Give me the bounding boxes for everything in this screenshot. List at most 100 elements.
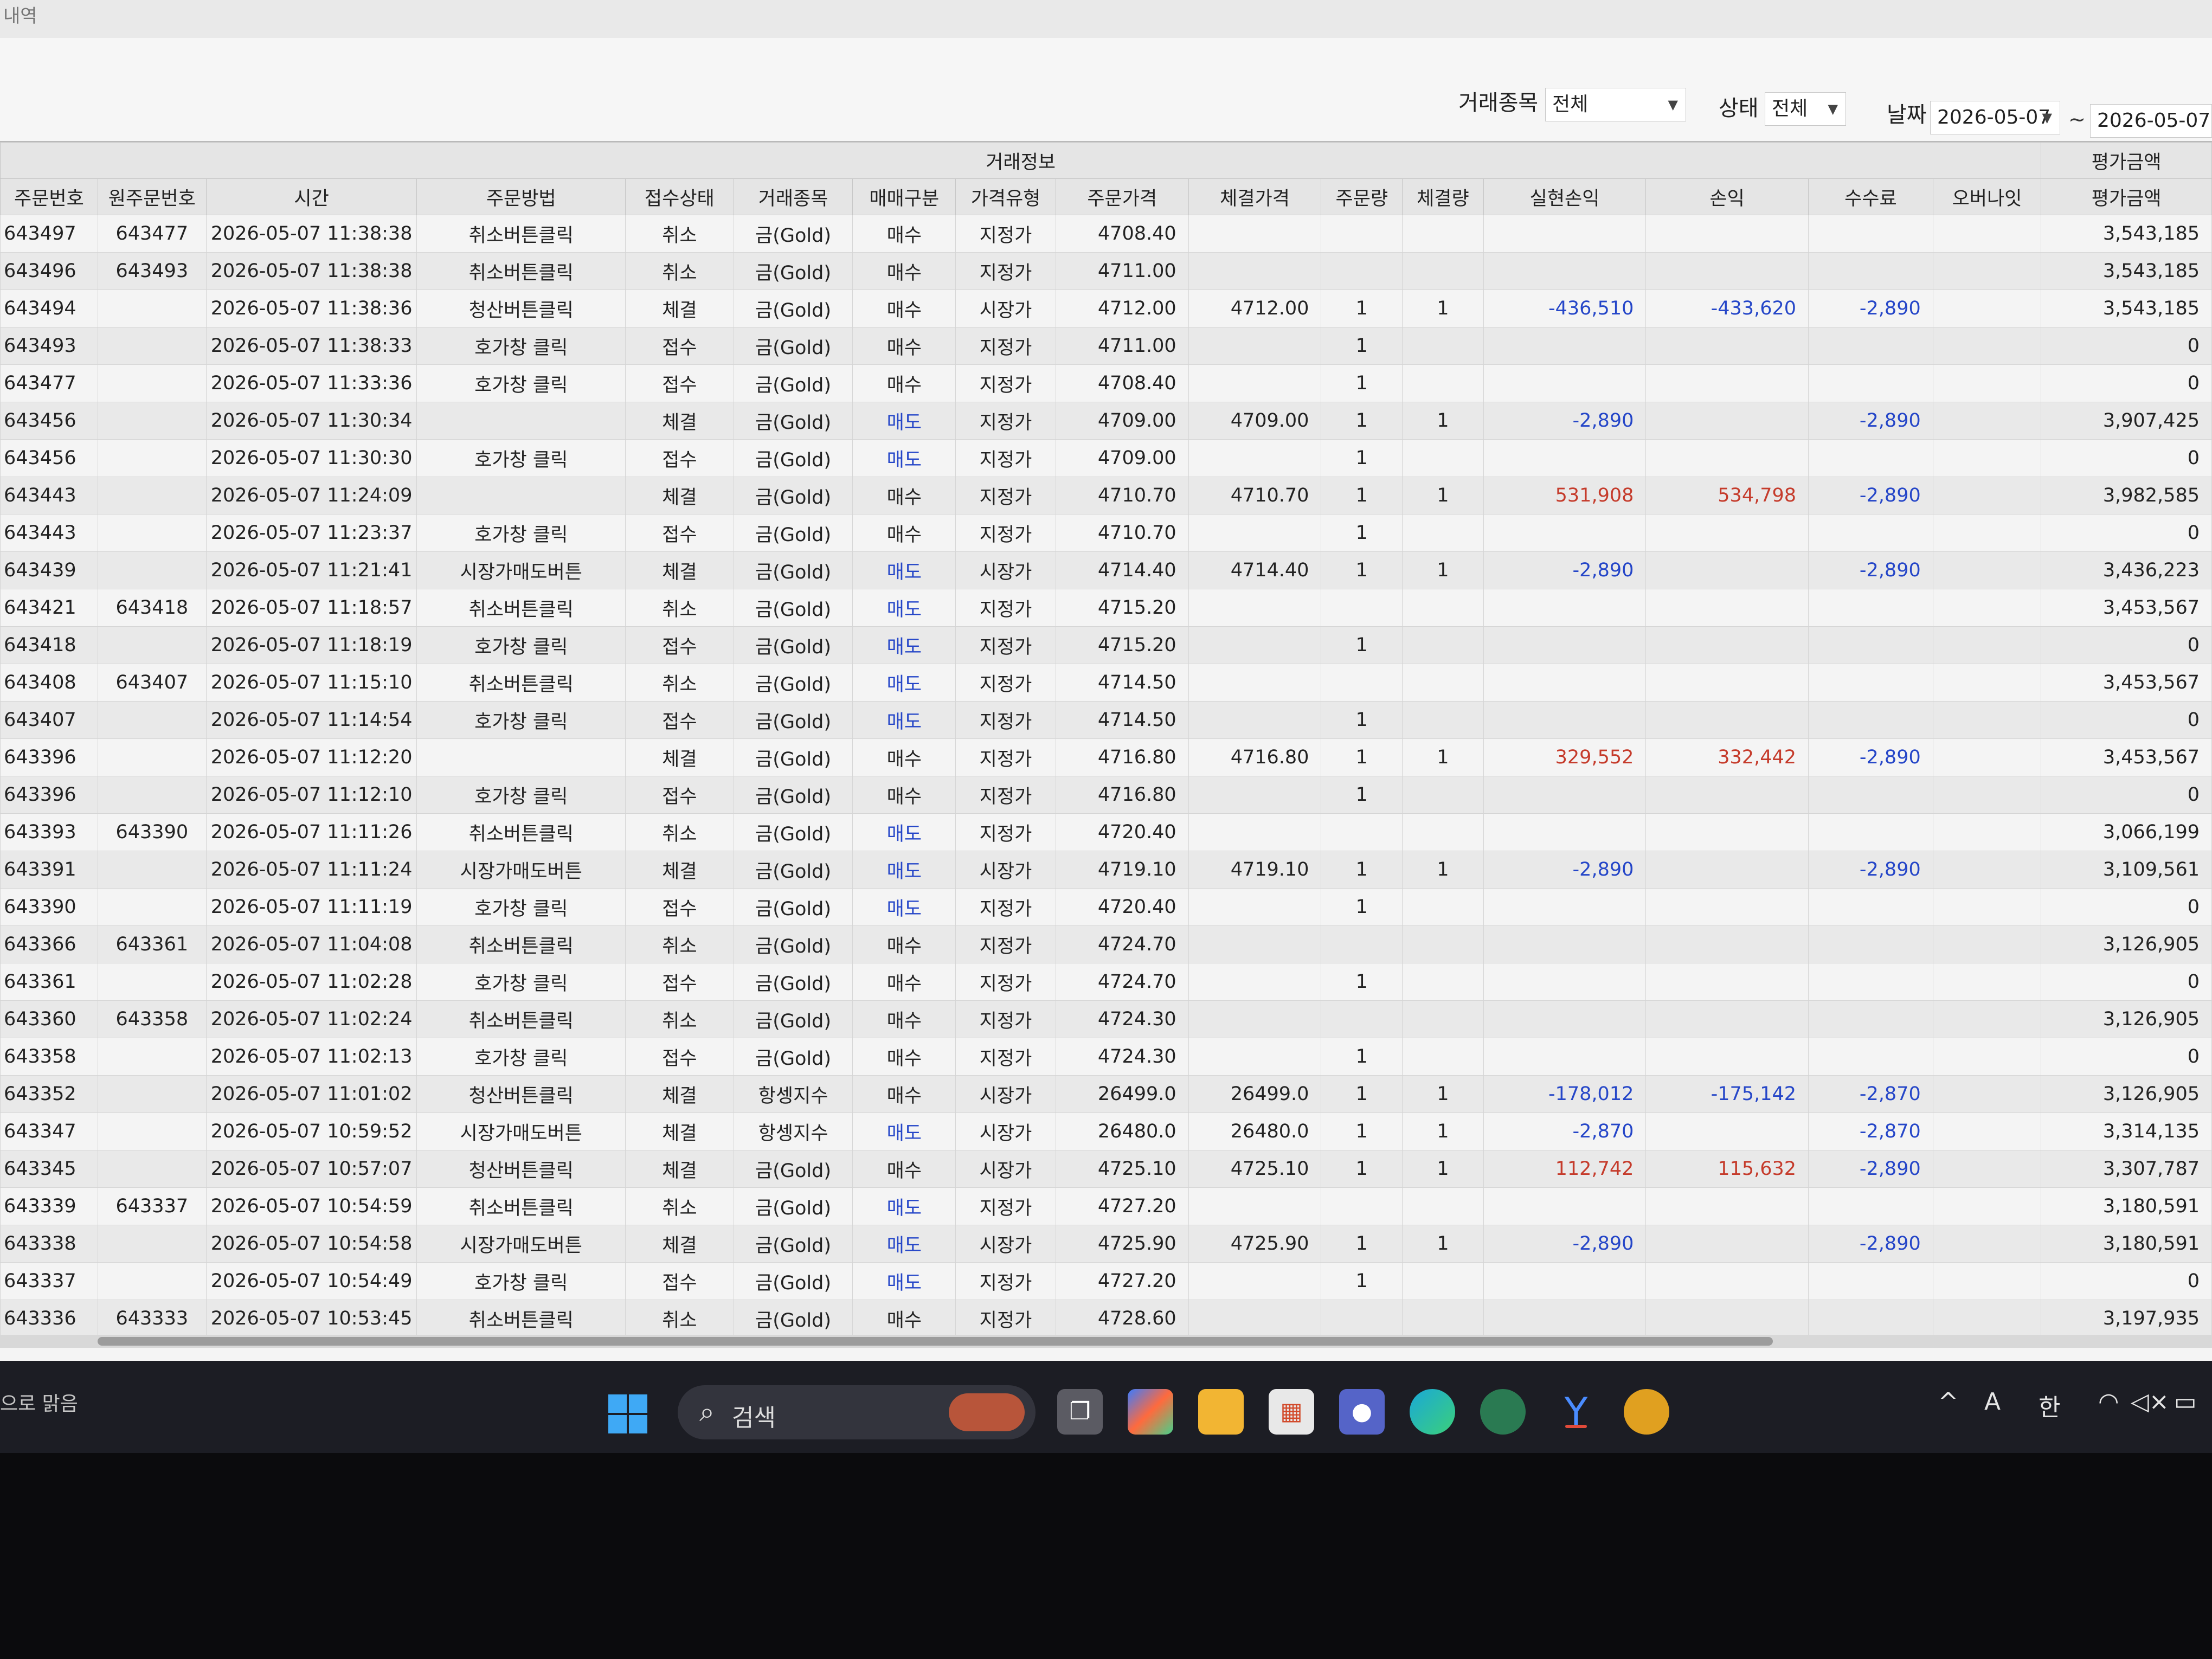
- table-row[interactable]: 643345 2026-05-07 10:57:07 청산버튼클릭 체결 금(Gold)…: [0, 1150, 2212, 1188]
- table-row[interactable]: 643337 2026-05-07 10:54:49 호가창 클릭 접수 금(Gold)…: [0, 1262, 2212, 1300]
- column-header[interactable]: 체결량: [1402, 178, 1484, 215]
- column-header[interactable]: 오버나잇: [1932, 178, 2042, 215]
- table-cell: [1188, 514, 1322, 552]
- table-cell: [97, 439, 207, 477]
- column-header[interactable]: 주문량: [1321, 178, 1403, 215]
- table-row[interactable]: 643443 2026-05-07 11:23:37 호가창 클릭 접수 금(Gold)…: [0, 514, 2212, 552]
- status-filter-select[interactable]: 전체 ▼: [1765, 92, 1846, 126]
- table-row[interactable]: 643418 2026-05-07 11:18:19 호가창 클릭 접수 금(Gold)…: [0, 626, 2212, 664]
- column-header[interactable]: 매매구분: [852, 178, 956, 215]
- table-cell: 1: [1402, 1225, 1484, 1263]
- column-header[interactable]: 체결가격: [1188, 178, 1322, 215]
- table-cell: 3,126,905: [2041, 1000, 2212, 1038]
- table-row[interactable]: 643390 2026-05-07 11:11:19 호가창 클릭 접수 금(Gold)…: [0, 888, 2212, 926]
- column-header[interactable]: 주문번호: [0, 178, 98, 215]
- table-row[interactable]: 643358 2026-05-07 11:02:13 호가창 클릭 접수 금(Gold)…: [0, 1038, 2212, 1076]
- table-row[interactable]: 643408 643407 2026-05-07 11:15:10 취소버튼클릭 취소 금…: [0, 664, 2212, 702]
- column-header[interactable]: 원주문번호: [97, 178, 207, 215]
- table-cell: [1483, 1187, 1647, 1225]
- table-row[interactable]: 643396 2026-05-07 11:12:10 호가창 클릭 접수 금(Gold)…: [0, 776, 2212, 814]
- search-icon: ⌕: [699, 1396, 715, 1427]
- table-cell: 지정가: [955, 514, 1056, 552]
- column-header[interactable]: 시간: [205, 178, 417, 215]
- taskbar-search-box[interactable]: ⌕ 검색: [678, 1385, 1036, 1439]
- table-row[interactable]: 643339 643337 2026-05-07 10:54:59 취소버튼클릭 취소 금…: [0, 1187, 2212, 1225]
- table-cell: 1: [1321, 738, 1403, 776]
- table-row[interactable]: 643456 2026-05-07 11:30:34 체결 금(Gold) 매도 지정가 4…: [0, 402, 2212, 440]
- table-row[interactable]: 643477 2026-05-07 11:33:36 호가창 클릭 접수 금(Gold)…: [0, 364, 2212, 402]
- table-row[interactable]: 643361 2026-05-07 11:02:28 호가창 클릭 접수 금(Gold)…: [0, 963, 2212, 1001]
- table-row[interactable]: 643338 2026-05-07 10:54:58 시장가매도버튼 체결 금(Gold…: [0, 1225, 2212, 1263]
- table-row[interactable]: 643497 643477 2026-05-07 11:38:38 취소버튼클릭 취소 금…: [0, 215, 2212, 253]
- table-cell: 1: [1402, 1150, 1484, 1188]
- table-cell: 금(Gold): [733, 215, 853, 253]
- table-cell: [1808, 1000, 1933, 1038]
- column-header[interactable]: 주문방법: [416, 178, 626, 215]
- weather-widget[interactable]: 으로 맑음: [0, 1388, 78, 1416]
- table-cell: [1645, 252, 1809, 290]
- edge-icon[interactable]: [1410, 1389, 1455, 1435]
- date-to-picker[interactable]: 2026-05-07: [2090, 104, 2212, 138]
- table-cell: 3,307,787: [2041, 1150, 2212, 1188]
- column-header[interactable]: 가격유형: [955, 178, 1056, 215]
- date-from-picker[interactable]: 2026-05-07 ▼: [1930, 101, 2060, 134]
- table-cell: 시장가: [955, 1225, 1056, 1263]
- table-cell: 0: [2041, 1038, 2212, 1076]
- ime-mode-hangul[interactable]: 한: [2039, 1388, 2060, 1423]
- table-row[interactable]: 643336 643333 2026-05-07 10:53:45 취소버튼클릭 취소 금…: [0, 1300, 2212, 1338]
- table-cell: [1645, 626, 1809, 664]
- wifi-icon[interactable]: ◠: [2098, 1388, 2119, 1416]
- table-cell: [97, 963, 207, 1001]
- app-icon[interactable]: [1480, 1389, 1526, 1435]
- table-row[interactable]: 643493 2026-05-07 11:38:33 호가창 클릭 접수 금(Gold)…: [0, 327, 2212, 365]
- horizontal-scrollbar[interactable]: [0, 1335, 2212, 1348]
- table-row[interactable]: 643407 2026-05-07 11:14:54 호가창 클릭 접수 금(Gold)…: [0, 701, 2212, 739]
- instrument-filter-select[interactable]: 전체 ▼: [1545, 88, 1686, 121]
- table-row[interactable]: 643396 2026-05-07 11:12:20 체결 금(Gold) 매수 지정가 4…: [0, 738, 2212, 776]
- table-row[interactable]: 643439 2026-05-07 11:21:41 시장가매도버튼 체결 금(Gold…: [0, 551, 2212, 589]
- table-row[interactable]: 643347 2026-05-07 10:59:52 시장가매도버튼 체결 항셍지수 매도…: [0, 1113, 2212, 1150]
- copilot-icon[interactable]: [1128, 1389, 1173, 1435]
- table-row[interactable]: 643366 643361 2026-05-07 11:04:08 취소버튼클릭 취소 금…: [0, 925, 2212, 963]
- table-row[interactable]: 643393 643390 2026-05-07 11:11:26 취소버튼클릭 취소 금…: [0, 813, 2212, 851]
- table-row[interactable]: 643456 2026-05-07 11:30:30 호가창 클릭 접수 금(Gold)…: [0, 439, 2212, 477]
- column-header[interactable]: 주문가격: [1055, 178, 1189, 215]
- trade-history-grid[interactable]: 거래정보 평가금액 주문번호 원주문번호 시간 주문방법 접수상태 거래종목 매매구분 가격유…: [0, 142, 2212, 1346]
- column-header[interactable]: 거래종목: [733, 178, 853, 215]
- column-header[interactable]: 손익: [1645, 178, 1809, 215]
- table-cell: [1808, 215, 1933, 253]
- column-header[interactable]: 접수상태: [625, 178, 734, 215]
- table-cell: [1932, 439, 2042, 477]
- table-row[interactable]: 643496 643493 2026-05-07 11:38:38 취소버튼클릭 취소 금…: [0, 252, 2212, 290]
- app-icon[interactable]: [1624, 1389, 1669, 1435]
- file-explorer-icon[interactable]: [1198, 1389, 1244, 1435]
- column-header[interactable]: 수수료: [1808, 178, 1933, 215]
- table-cell: 1: [1321, 402, 1403, 440]
- table-cell: 1: [1321, 701, 1403, 739]
- table-row[interactable]: 643352 2026-05-07 11:01:02 청산버튼클릭 체결 항셍지수 매수 시…: [0, 1075, 2212, 1113]
- table-cell: 시장가매도버튼: [416, 551, 626, 589]
- store-icon[interactable]: ▦: [1269, 1389, 1314, 1435]
- table-cell: 2026-05-07 11:11:26: [205, 813, 417, 851]
- table-row[interactable]: 643494 2026-05-07 11:38:36 청산버튼클릭 체결 금(Gold)…: [0, 290, 2212, 327]
- scrollbar-thumb[interactable]: [98, 1337, 1773, 1346]
- column-header[interactable]: 평가금액: [2041, 178, 2212, 215]
- table-cell: 4710.70: [1188, 477, 1322, 515]
- tray-chevron-up-icon[interactable]: ^: [1938, 1388, 1958, 1416]
- table-row[interactable]: 643421 643418 2026-05-07 11:18:57 취소버튼클릭 취소 금…: [0, 589, 2212, 627]
- task-view-icon[interactable]: ❐: [1057, 1389, 1103, 1435]
- table-cell: 시장가매도버튼: [416, 851, 626, 889]
- table-row[interactable]: 643443 2026-05-07 11:24:09 체결 금(Gold) 매수 지정가 4…: [0, 477, 2212, 515]
- table-row[interactable]: 643360 643358 2026-05-07 11:02:24 취소버튼클릭 취소 금…: [0, 1000, 2212, 1038]
- table-row[interactable]: 643391 2026-05-07 11:11:24 시장가매도버튼 체결 금(Gold…: [0, 851, 2212, 889]
- column-header[interactable]: 실현손익: [1483, 178, 1647, 215]
- table-cell: [1188, 1000, 1322, 1038]
- ime-mode-a[interactable]: A: [1984, 1388, 2001, 1416]
- battery-icon[interactable]: ▭: [2174, 1388, 2197, 1416]
- windows-start-icon[interactable]: [607, 1393, 648, 1435]
- volume-muted-icon[interactable]: ◁×: [2131, 1388, 2169, 1416]
- table-cell: [1402, 664, 1484, 702]
- table-cell: [1188, 925, 1322, 963]
- teams-icon[interactable]: ●: [1339, 1389, 1385, 1435]
- table-cell: 호가창 클릭: [416, 514, 626, 552]
